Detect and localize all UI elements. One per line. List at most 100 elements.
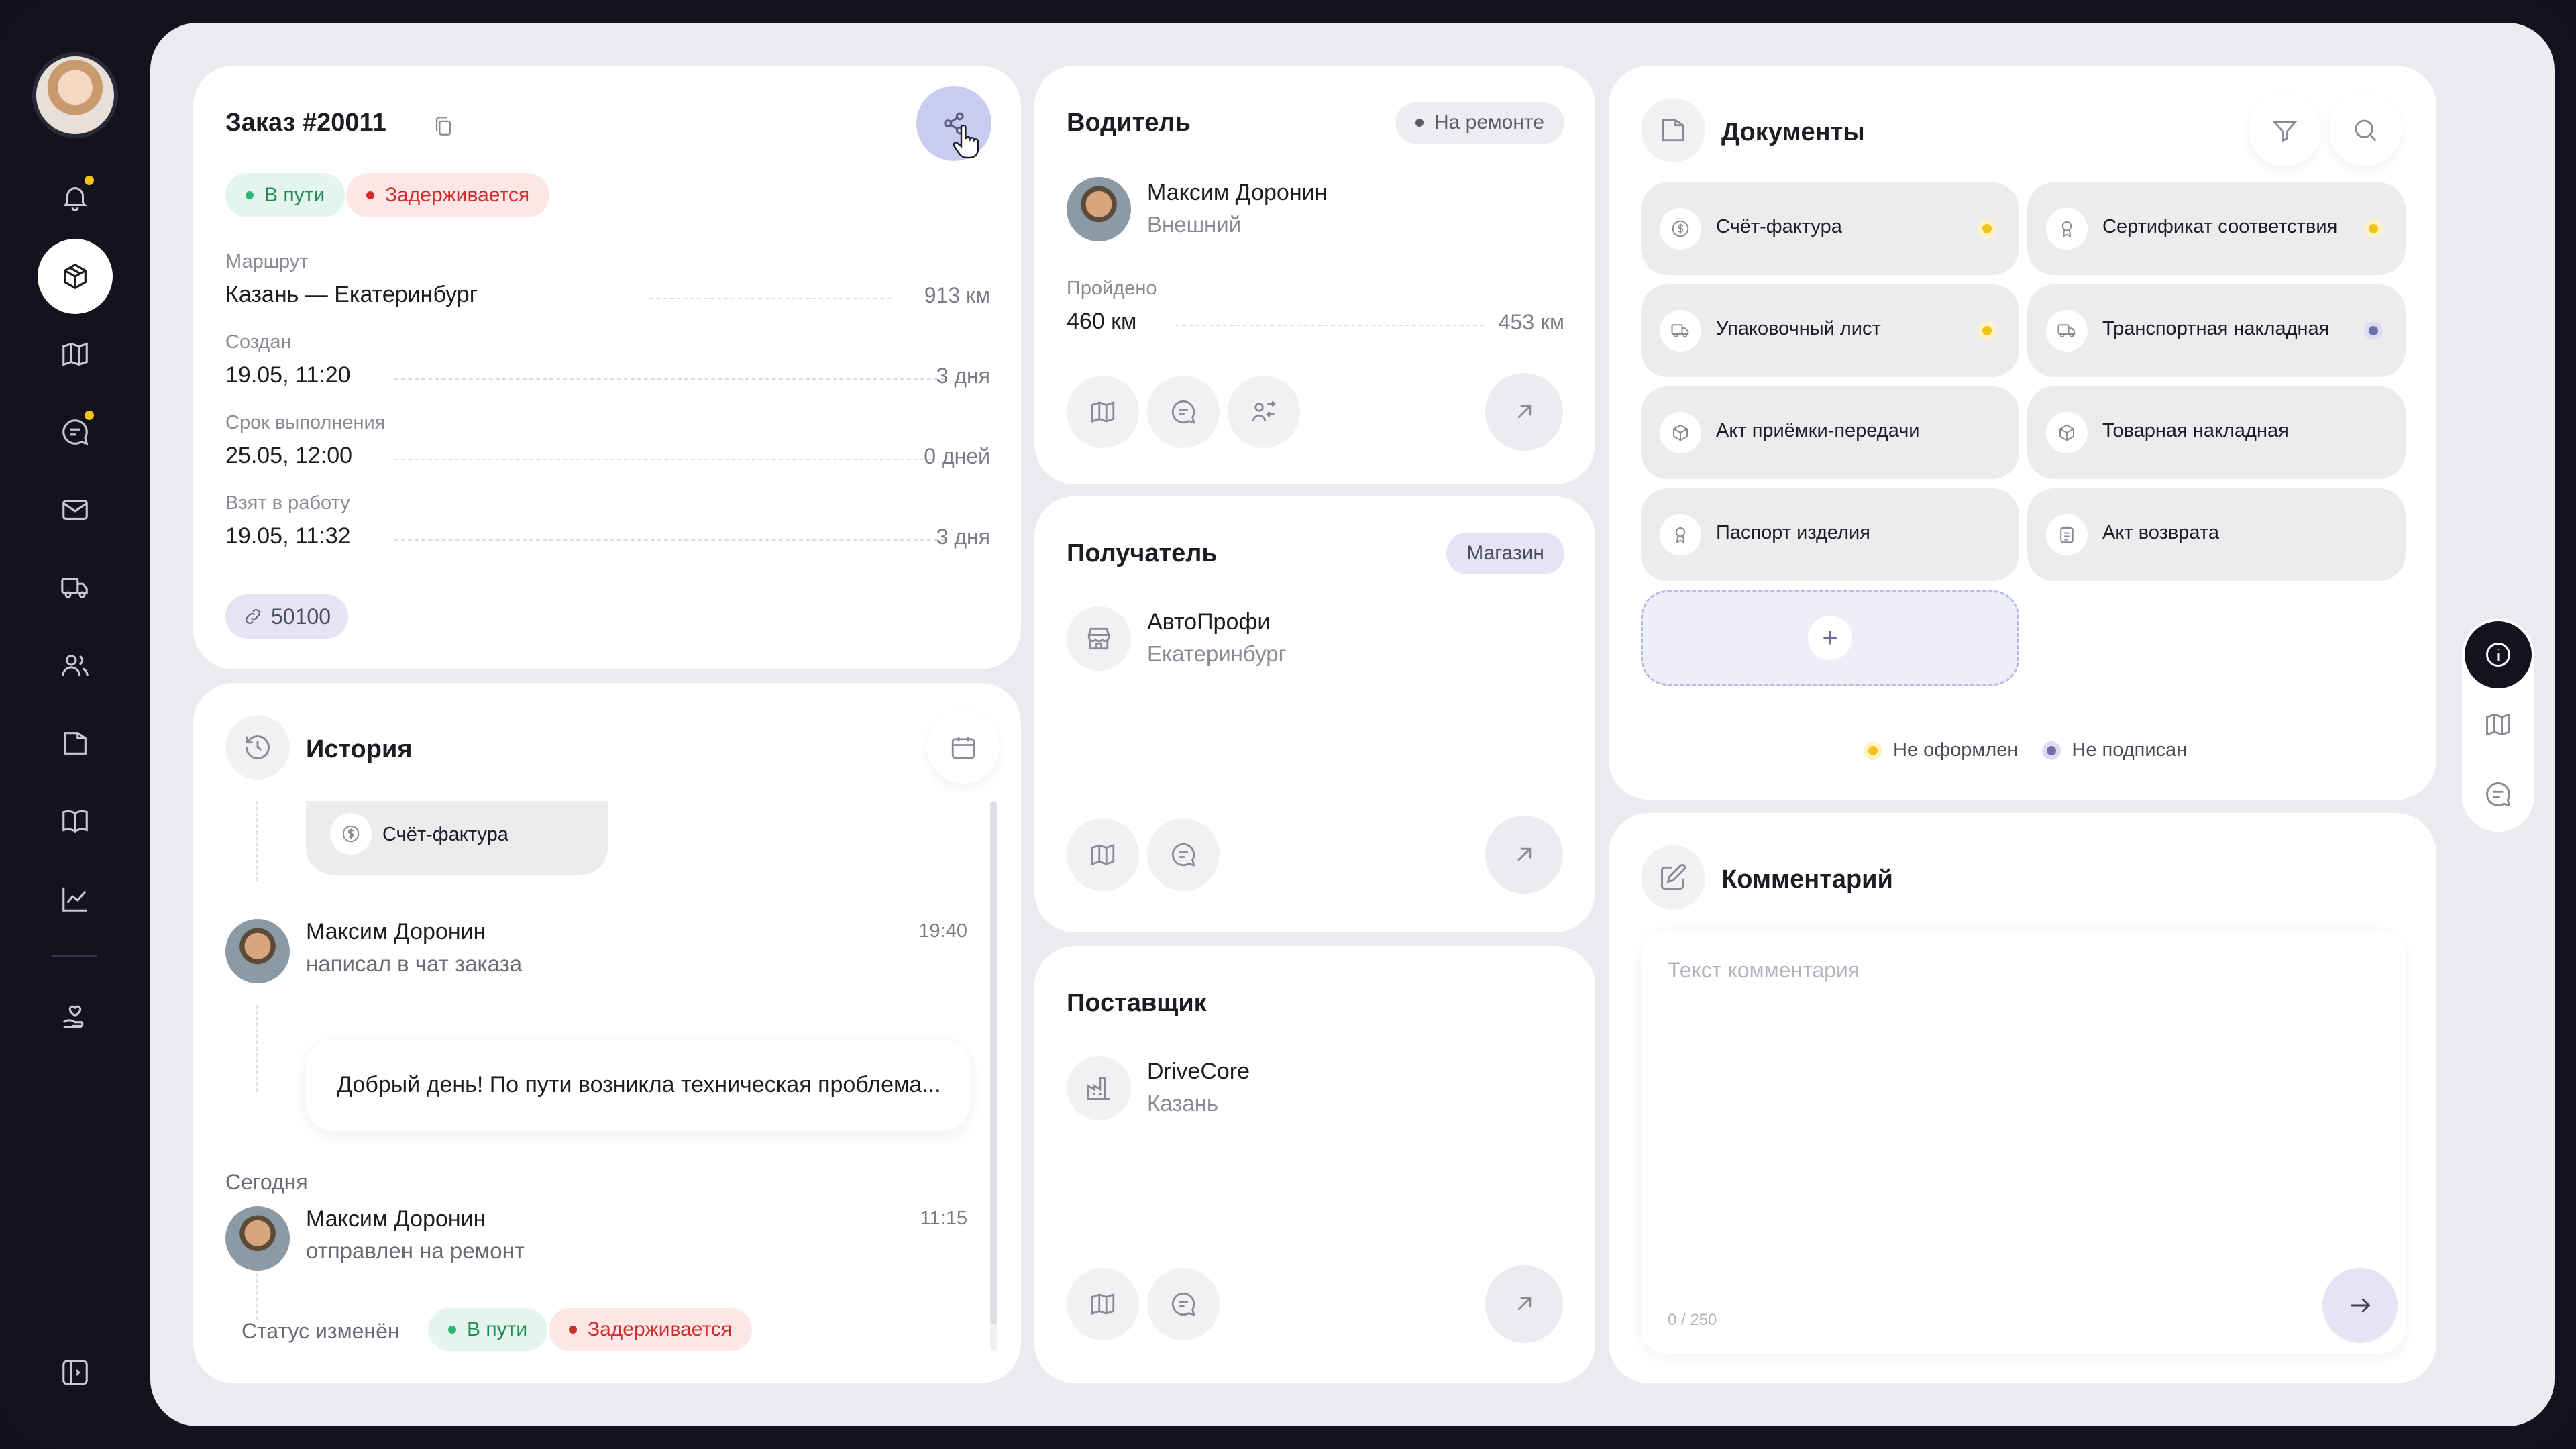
taken-value: 19.05, 11:32 <box>225 523 351 549</box>
transport-nav[interactable] <box>38 550 113 625</box>
arrow-right-icon <box>2351 1297 2371 1313</box>
users-nav[interactable] <box>38 628 113 703</box>
truck-icon <box>2046 310 2088 352</box>
rail-map-button[interactable] <box>2483 710 2513 739</box>
add-document-button[interactable]: + <box>1641 590 2019 686</box>
calendar-button[interactable] <box>927 711 1000 784</box>
filter-button[interactable] <box>2249 94 2321 166</box>
history-entry-name: Максим Доронин <box>306 919 486 945</box>
box-icon <box>64 263 87 290</box>
history-scrollbar[interactable] <box>990 801 997 1351</box>
analytics-nav[interactable] <box>38 861 113 936</box>
history-doc-label: Счёт-фактура <box>382 824 508 845</box>
driver-chat-button[interactable] <box>1147 376 1220 448</box>
factory-icon <box>1087 1077 1110 1100</box>
supplier-map-button[interactable] <box>1067 1268 1139 1340</box>
document-tile[interactable]: Сертификат соответствия <box>2027 182 2406 275</box>
dashed-divider <box>1175 325 1484 326</box>
rail-chat-button[interactable] <box>2483 780 2513 809</box>
document-label: Паспорт изделия <box>1716 522 1870 543</box>
recipient-card: Получатель Магазин АвтоПрофи Екатеринбур… <box>1034 496 1595 932</box>
chat-icon <box>62 419 89 445</box>
supplier-city: Казань <box>1147 1091 1219 1116</box>
book-icon <box>62 810 88 833</box>
timeline-line <box>256 1005 258 1092</box>
comment-textarea[interactable]: Текст комментария 0 / 250 <box>1641 930 2406 1354</box>
driver-card: Водитель На ремонте Максим Доронин Внешн… <box>1034 66 1595 484</box>
collapse-sidebar-button[interactable] <box>38 1335 113 1410</box>
mail-nav[interactable] <box>38 472 113 547</box>
history-entry-time: 11:15 <box>920 1208 967 1229</box>
linked-order-chip[interactable]: 50100 <box>225 594 348 639</box>
documents-icon-wrap <box>1641 98 1705 162</box>
history-entry-action: отправлен на ремонт <box>306 1238 525 1263</box>
chat-icon <box>1171 1292 1195 1316</box>
arrow-up-right-icon <box>1517 847 1532 861</box>
deadline-label: Срок выполнения <box>225 412 386 433</box>
chat-message-text: Добрый день! По пути возникла техническа… <box>337 1072 941 1097</box>
status-badge-delayed: Задерживается <box>549 1308 753 1351</box>
support-nav[interactable] <box>38 979 113 1055</box>
user-avatar[interactable] <box>32 52 118 138</box>
documents-legend: Не оформлен Не подписан <box>1864 739 2187 761</box>
edit-icon <box>1661 864 1686 890</box>
documents-title: Документы <box>1721 118 1865 146</box>
truck-icon <box>1660 310 1701 352</box>
bell-icon <box>63 187 87 211</box>
driver-map-button[interactable] <box>1067 376 1139 448</box>
documents-nav[interactable] <box>38 706 113 781</box>
knowledge-nav[interactable] <box>38 784 113 859</box>
recipient-open-button[interactable] <box>1485 816 1563 894</box>
document-tile[interactable]: Акт приёмки-передачи <box>1641 386 2019 479</box>
info-button[interactable] <box>2465 621 2532 688</box>
status-changed-label: Статус изменён <box>241 1319 400 1343</box>
comment-placeholder: Текст комментария <box>1668 958 1860 982</box>
history-doc-chip[interactable]: Счёт-фактура <box>306 801 608 875</box>
driver-open-button[interactable] <box>1485 373 1563 451</box>
comment-card: Комментарий Текст комментария 0 / 250 <box>1609 813 2436 1383</box>
supplier-chat-button[interactable] <box>1147 1268 1220 1340</box>
recipient-city: Екатеринбург <box>1147 641 1287 666</box>
supplier-open-button[interactable] <box>1485 1265 1563 1343</box>
passed-value: 460 км <box>1067 309 1137 334</box>
route-value: Казань — Екатеринбург <box>225 282 478 307</box>
notifications-nav[interactable] <box>38 160 113 235</box>
copy-icon[interactable] <box>432 113 455 140</box>
search-button[interactable] <box>2329 94 2402 166</box>
chat-nav[interactable] <box>38 394 113 470</box>
dashed-divider <box>649 298 891 299</box>
history-title: История <box>306 735 413 763</box>
legend-not-issued: Не оформлен <box>1893 739 2019 761</box>
chat-icon <box>2486 782 2511 807</box>
document-tile[interactable]: Упаковочный лист <box>1641 284 2019 377</box>
map-nav[interactable] <box>38 317 113 392</box>
send-comment-button[interactable] <box>2322 1268 2398 1343</box>
comment-icon-wrap <box>1641 845 1705 910</box>
today-label: Сегодня <box>225 1170 308 1194</box>
recipient-map-button[interactable] <box>1067 818 1139 891</box>
remaining-distance: 453 км <box>1498 310 1564 334</box>
plus-icon: + <box>1808 616 1852 660</box>
document-tile[interactable]: Товарная накладная <box>2027 386 2406 479</box>
recipient-title: Получатель <box>1067 539 1218 568</box>
document-tile[interactable]: Транспортная накладная <box>2027 284 2406 377</box>
driver-swap-button[interactable] <box>1228 376 1300 448</box>
status-badge-on-way: В пути <box>225 173 345 217</box>
document-tile[interactable]: Счёт-фактура <box>1641 182 2019 275</box>
map-icon <box>1091 844 1115 865</box>
created-value: 19.05, 11:20 <box>225 362 351 388</box>
search-icon <box>2355 119 2377 142</box>
dollar-circle-icon <box>1660 208 1701 250</box>
chat-message-bubble[interactable]: Добрый день! По пути возникла техническа… <box>306 1040 970 1131</box>
document-tile[interactable]: Паспорт изделия <box>1641 488 2019 581</box>
map-icon <box>1091 401 1115 423</box>
orders-nav[interactable] <box>38 239 113 314</box>
app-frame: Заказ #20011 В пути Задерживается Маршру… <box>0 0 2576 1449</box>
order-title: Заказ #20011 <box>225 109 386 137</box>
document-tile[interactable]: Акт возврата <box>2027 488 2406 581</box>
recipient-chat-button[interactable] <box>1147 818 1220 891</box>
map-icon <box>2486 713 2510 736</box>
chat-icon <box>1171 400 1195 424</box>
supplier-name: DriveCore <box>1147 1059 1250 1084</box>
award-icon <box>1660 514 1701 555</box>
